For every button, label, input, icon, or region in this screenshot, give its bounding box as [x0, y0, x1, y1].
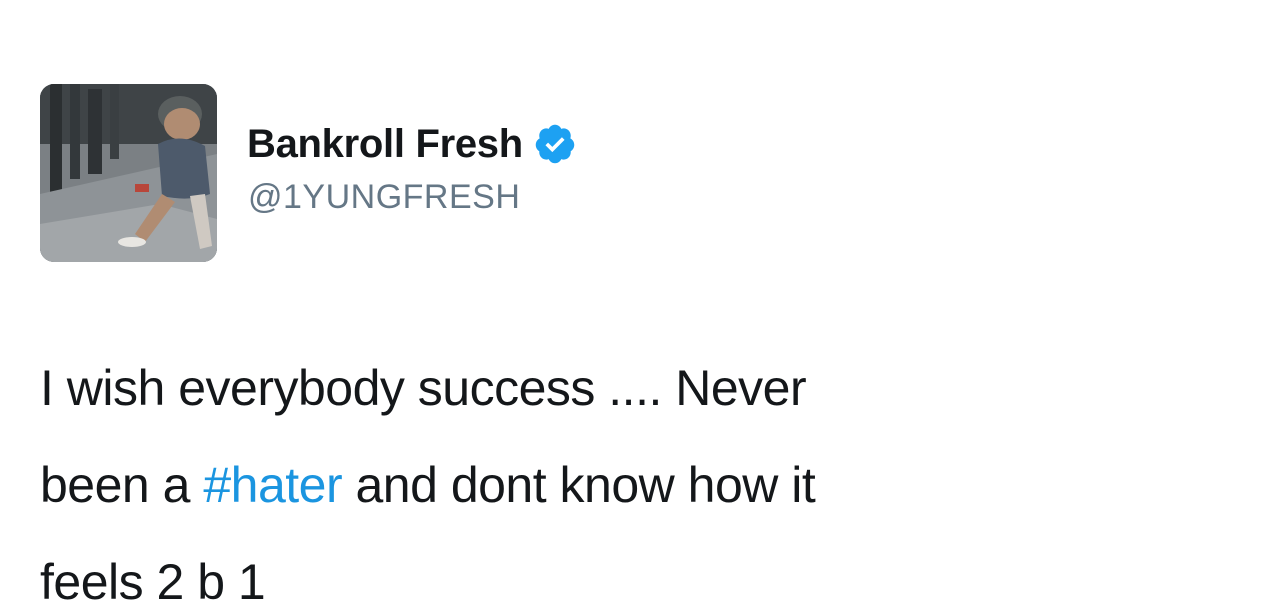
hashtag-link[interactable]: #hater: [203, 457, 342, 513]
tweet-text-segment: and dont know how it: [342, 457, 816, 513]
author-handle[interactable]: @1YUNGFRESH: [248, 178, 520, 217]
display-name[interactable]: Bankroll Fresh: [247, 122, 523, 167]
tweet-text-segment: been a: [40, 457, 204, 513]
profile-avatar[interactable]: [40, 84, 217, 262]
tweet-text-line-2: been a #hater and dont know how it: [40, 437, 1240, 534]
author-name-row: Bankroll Fresh: [247, 118, 577, 170]
tweet-text-line-3: feels 2 b 1: [40, 554, 266, 610]
tweet-text-line-1: I wish everybody success .... Never: [40, 360, 807, 416]
verified-badge-icon: [533, 122, 577, 166]
tweet-card: Bankroll Fresh @1YUNGFRESH I wish everyb…: [0, 0, 1280, 614]
tweet-text: I wish everybody success .... Never been…: [40, 340, 1240, 614]
avatar-photo: [40, 84, 217, 262]
